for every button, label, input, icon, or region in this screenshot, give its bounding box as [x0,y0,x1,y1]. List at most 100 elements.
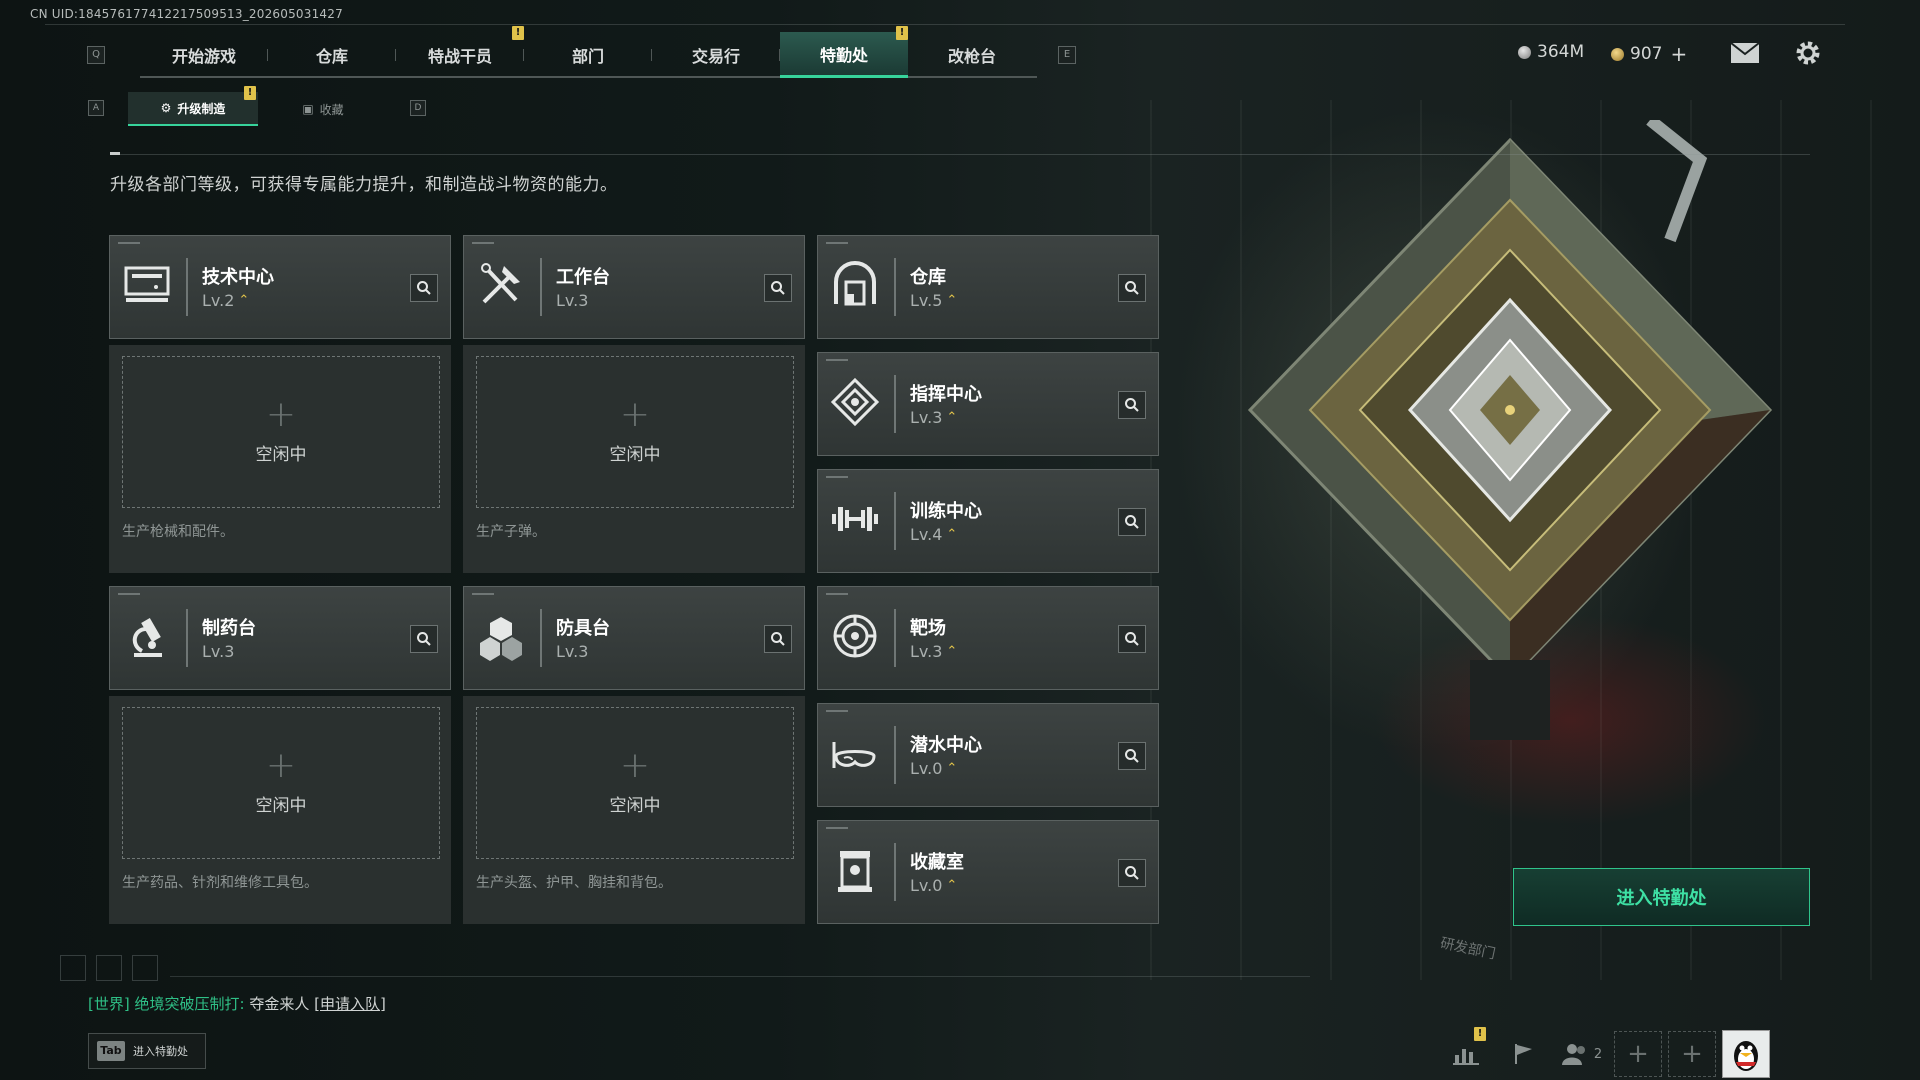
production-slot-pharmacy[interactable]: + 空闲中 生产药品、针剂和维修工具包。 [109,696,451,924]
notification-badge: ! [244,86,256,100]
production-slot-tech-center[interactable]: + 空闲中 生产枪械和配件。 [109,345,451,573]
subtab-collection[interactable]: ▣ 收藏 [258,92,388,126]
chat-message: 夺金来人 [249,995,310,1013]
production-description: 生产枪械和配件。 [122,524,234,540]
idle-slot[interactable]: + 空闲中 [476,356,794,508]
top-divider [45,24,1845,25]
magnify-icon[interactable] [1118,391,1146,419]
apply-join-link[interactable]: [申请入队] [314,995,386,1013]
department-name: 指挥中心 [910,384,982,405]
department-card-command-center[interactable]: 指挥中心 Lv.3 ⌃ [817,352,1159,456]
tab-start-game[interactable]: 开始游戏 [140,32,268,78]
card-separator [540,609,542,667]
card-tag [826,476,848,478]
tab-departments[interactable]: 部门 [524,32,652,78]
card-tag [826,359,848,361]
card-tag [826,593,848,595]
production-slot-armor-bench[interactable]: + 空闲中 生产头盔、护甲、胸挂和背包。 [463,696,805,924]
rule-mark [110,152,120,155]
chat-channel: [世界] [88,995,130,1013]
stats-chart-icon[interactable]: ! [1440,1027,1492,1077]
card-tag [118,242,140,244]
idle-slot[interactable]: + 空闲中 [122,707,440,859]
department-card-warehouse[interactable]: 仓库 Lv.5 ⌃ [817,235,1159,339]
card-separator [894,492,896,550]
sub-nav: ⚙ 升级制造 ! ▣ 收藏 [128,86,388,126]
decor-square [60,955,86,981]
enter-special-service-button[interactable]: 进入特勤处 [1513,868,1810,926]
idle-label: 空闲中 [255,444,307,465]
card-separator [186,258,188,316]
upgrade-arrow-icon: ⌃ [238,293,250,308]
subtab-upgrade-craft[interactable]: ⚙ 升级制造 ! [128,86,258,126]
card-separator [894,609,896,667]
department-card-tech-center[interactable]: 技术中心 Lv.2 ⌃ [109,235,451,339]
department-level: Lv.3 [556,291,589,310]
magnify-icon[interactable] [764,274,792,302]
gold-coin-icon [1611,47,1624,61]
add-gold-button[interactable]: + [1670,42,1687,66]
tab-special-service[interactable]: 特勤处 ! [780,26,908,78]
department-level: Lv.4 ⌃ [910,525,958,544]
mail-icon[interactable] [1730,42,1760,64]
magnify-icon[interactable] [1118,742,1146,770]
department-card-workbench[interactable]: 工作台 Lv.3 [463,235,805,339]
friends-count: 2 [1593,1046,1603,1062]
tab-gunsmith[interactable]: 改枪台 [908,32,1036,78]
idle-slot[interactable]: + 空闲中 [122,356,440,508]
card-separator [894,843,896,901]
idle-slot[interactable]: + 空闲中 [476,707,794,859]
card-separator [894,726,896,784]
magnify-icon[interactable] [1118,625,1146,653]
department-card-shooting-range[interactable]: 靶场 Lv.3 ⌃ [817,586,1159,690]
department-level: Lv.3 ⌃ [910,642,958,661]
idle-label: 空闲中 [609,444,661,465]
add-icon: + [265,744,297,786]
nav-prev-key-hint: Q [87,46,105,64]
magnify-icon[interactable] [764,625,792,653]
tab-trading[interactable]: 交易行 [652,32,780,78]
magnify-icon[interactable] [1118,508,1146,536]
add-slot-button[interactable]: + [1614,1031,1662,1077]
card-separator [186,609,188,667]
decor-square [132,955,158,981]
department-name: 技术中心 [202,267,274,288]
world-chat-line[interactable]: [世界] 绝境突破压制打: 夺金来人 [申请入队] [88,993,386,1014]
production-description: 生产子弹。 [476,524,546,540]
chat-sender: 绝境突破压制打: [134,995,245,1013]
department-level: Lv.3 ⌃ [910,408,958,427]
flag-icon[interactable] [1498,1031,1550,1077]
upgrade-arrow-icon: ⌃ [946,761,958,776]
magnify-icon[interactable] [1118,274,1146,302]
department-level: Lv.0 ⌃ [910,876,958,895]
friends-icon[interactable]: 2 [1556,1031,1608,1077]
decor-square [96,955,122,981]
magnify-icon[interactable] [410,274,438,302]
tab-operators[interactable]: 特战干员 ! [396,26,524,78]
settings-gear-icon[interactable] [1794,39,1822,67]
silver-currency: 364M [1518,42,1584,62]
diving-goggles-icon [830,728,880,778]
bottom-toolbar: ! 2 + + [1440,1027,1770,1078]
card-separator [894,258,896,316]
tab-warehouse[interactable]: 仓库 [268,32,396,78]
user-uid: CN UID:1845761774122175095​13_2026050314… [30,7,343,21]
department-card-training-center[interactable]: 训练中心 Lv.4 ⌃ [817,469,1159,573]
warehouse-icon [830,260,880,310]
upgrade-arrow-icon: ⌃ [946,293,958,308]
craft-icon: ⚙ [160,101,172,115]
tools-icon [476,260,526,310]
department-card-armor-bench[interactable]: 防具台 Lv.3 [463,586,805,690]
add-icon: + [619,393,651,435]
tab-key-hint[interactable]: Tab 进入特勤处 [88,1033,206,1069]
card-tag [826,710,848,712]
avatar[interactable] [1722,1030,1770,1078]
add-icon: + [619,744,651,786]
production-slot-workbench[interactable]: + 空闲中 生产子弹。 [463,345,805,573]
department-card-diving-center[interactable]: 潜水中心 Lv.0 ⌃ [817,703,1159,807]
department-card-collection-room[interactable]: 收藏室 Lv.0 ⌃ [817,820,1159,924]
department-card-pharmacy[interactable]: 制药台 Lv.3 [109,586,451,690]
magnify-icon[interactable] [1118,859,1146,887]
add-slot-button[interactable]: + [1668,1031,1716,1077]
magnify-icon[interactable] [410,625,438,653]
